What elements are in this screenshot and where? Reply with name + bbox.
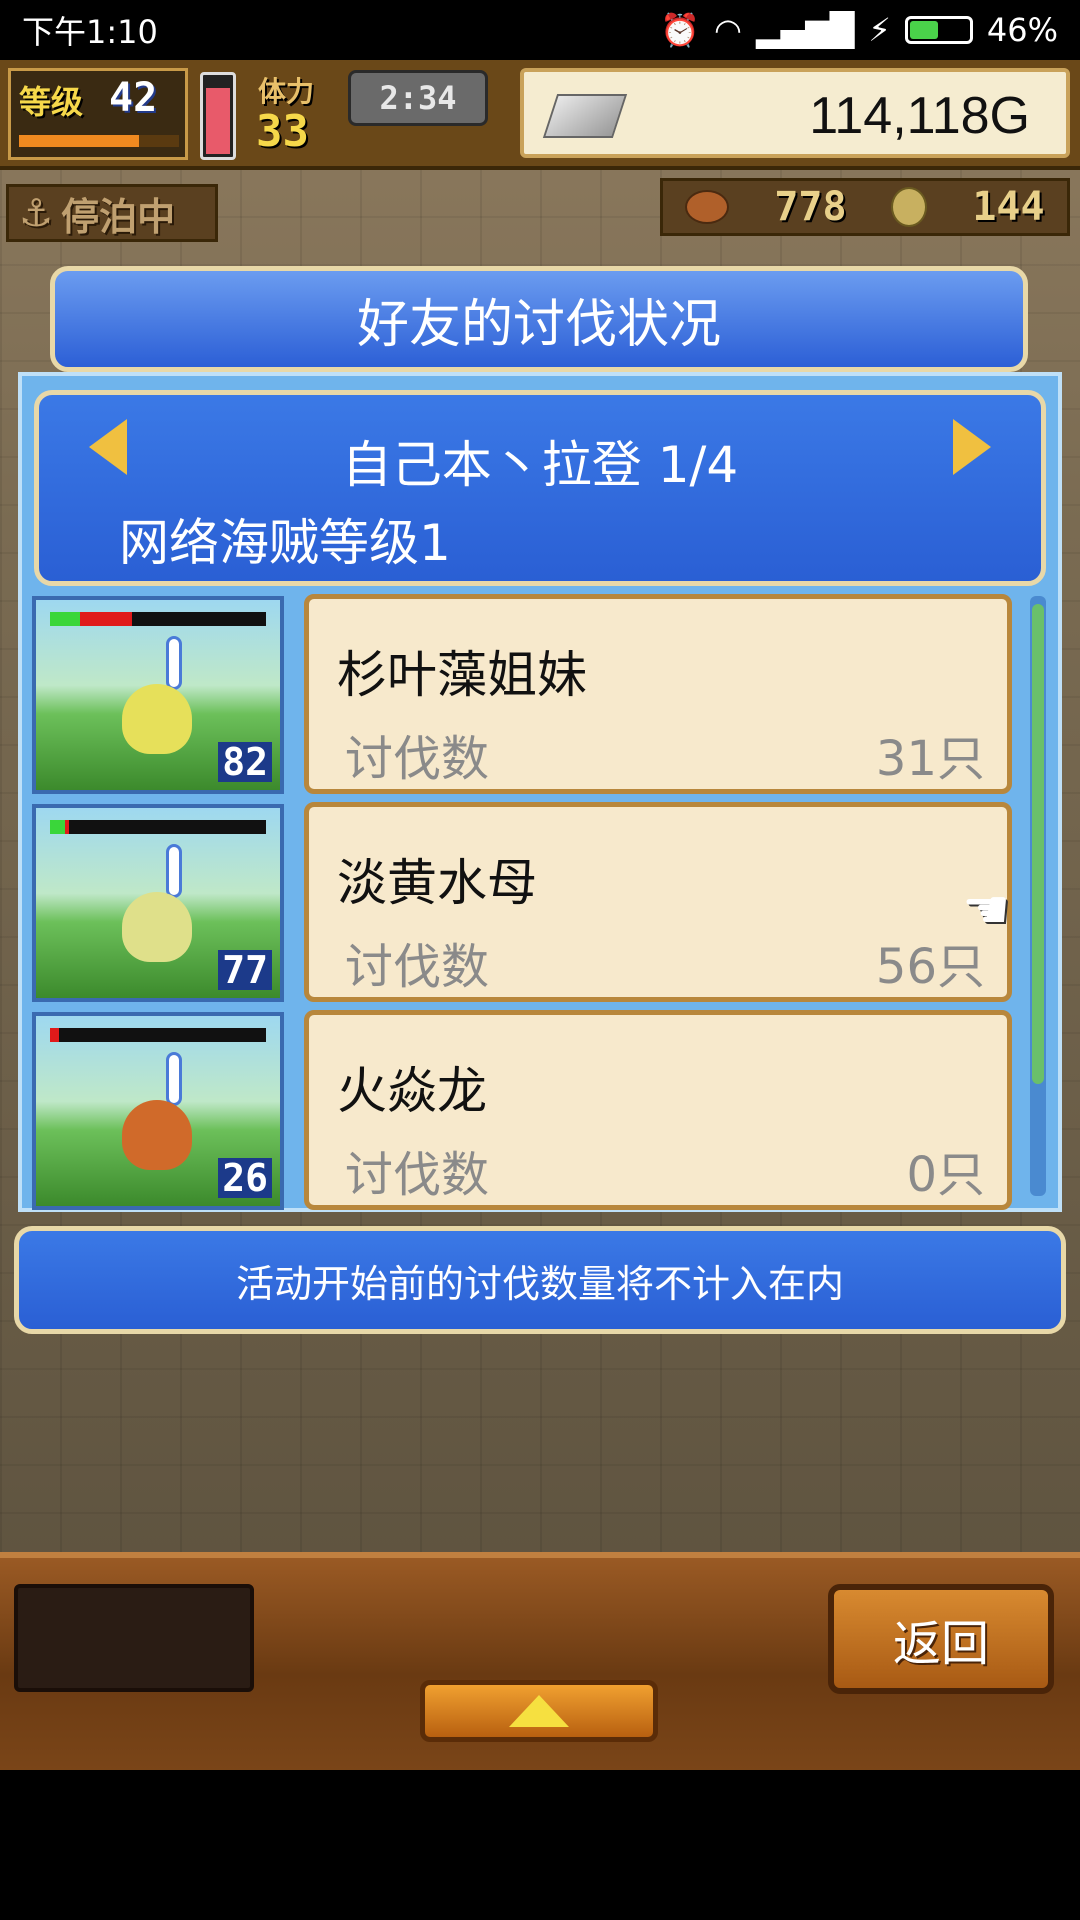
gold-value: 114,118G [809,87,1030,145]
exclamation-icon [166,636,182,690]
monster-list: 82 杉叶藻姐妹 讨伐数 31只 77 淡黄水母 讨伐数 56只 26 火焱龙 … [32,594,1032,1218]
stamina-label: 体力 [258,75,315,108]
food-count: 778 [774,184,847,230]
bottom-bar: 返回 [0,1552,1080,1770]
empty-slot [14,1584,254,1692]
signal-icon: ▂▄▆█ [755,11,855,49]
stamina-gauge [200,72,236,160]
navigation-area [0,1770,1080,1920]
monster-row[interactable]: 26 火焱龙 讨伐数 0只 [32,1010,1032,1216]
status-bar: 下午1:10 ⏰ ◠ ▂▄▆█ ⚡ 46% [0,0,1080,60]
silver-ingot-icon [542,94,628,138]
kill-label: 讨伐数 [345,731,490,787]
medal-icon [891,187,928,227]
exp-bar [19,135,179,147]
hp-bar [50,612,266,626]
stage-title: 自己本丶拉登 1/4 [341,436,739,494]
notice-banner: 活动开始前的讨伐数量将不计入在内 [14,1226,1066,1334]
level-value: 42 [109,75,158,121]
resource-panel: 778 144 [660,178,1070,236]
battery-percent: 46% [986,11,1058,49]
back-button[interactable]: 返回 [828,1584,1054,1694]
exclamation-icon [166,844,182,898]
hp-bar [50,1028,266,1042]
wifi-icon: ◠ [714,11,742,49]
monster-name: 淡黄水母 [337,854,537,912]
monster-level: 82 [218,742,272,782]
monster-level: 77 [218,950,272,990]
monster-sprite-icon [122,684,192,754]
kill-label: 讨伐数 [345,1147,490,1203]
battery-icon [904,16,973,44]
gold-panel: 114,118G [520,68,1070,158]
alarm-icon: ⏰ [660,11,701,49]
up-arrow-icon [509,1695,569,1727]
monster-name: 火焱龙 [337,1062,487,1120]
stamina-value: 33 [256,106,309,157]
list-scrollbar[interactable] [1030,596,1046,1196]
anchor-icon: ⚓ [19,191,54,235]
level-label: 等级 [19,83,84,121]
hp-bar [50,820,266,834]
status-time: 下午1:10 [22,13,158,51]
stamina-timer: 2:34 [348,70,488,126]
monster-thumbnail: 26 [32,1012,284,1210]
dialog-title: 好友的讨伐状况 [50,266,1028,372]
monster-info-card: 火焱龙 讨伐数 0只 [304,1010,1012,1210]
meat-icon [685,190,730,224]
top-hud: 等级 42 体力 33 2:34 114,118G [0,60,1080,170]
monster-thumbnail: 77 [32,804,284,1002]
monster-info-card: 杉叶藻姐妹 讨伐数 31只 [304,594,1012,794]
docked-status: ⚓ 停泊中 [6,184,218,242]
exclamation-icon [166,1052,182,1106]
level-panel: 等级 42 [8,68,188,160]
docked-label: 停泊中 [61,194,176,239]
monster-thumbnail: 82 [32,596,284,794]
kill-count: 31只 [875,731,985,787]
charging-icon: ⚡ [868,11,891,49]
stage-subtitle: 网络海贼等级1 [119,514,451,572]
expand-menu-button[interactable] [420,1680,658,1742]
monster-sprite-icon [122,1100,192,1170]
kill-label: 讨伐数 [345,939,490,995]
kill-count: 0只 [906,1147,985,1203]
monster-sprite-icon [122,892,192,962]
monster-row[interactable]: 82 杉叶藻姐妹 讨伐数 31只 [32,594,1032,800]
monster-info-card: 淡黄水母 讨伐数 56只 [304,802,1012,1002]
medal-count: 144 [972,184,1045,230]
subjugation-panel: 自己本丶拉登 1/4 网络海贼等级1 82 杉叶藻姐妹 讨伐数 31只 77 淡… [18,372,1062,1212]
pointing-hand-icon: ☚ [962,878,1011,941]
monster-name: 杉叶藻姐妹 [337,646,587,704]
monster-row[interactable]: 77 淡黄水母 讨伐数 56只 [32,802,1032,1008]
status-icons: ⏰ ◠ ▂▄▆█ ⚡ 46% [660,11,1058,49]
monster-level: 26 [218,1158,272,1198]
stage-header: 自己本丶拉登 1/4 网络海贼等级1 [34,390,1046,586]
